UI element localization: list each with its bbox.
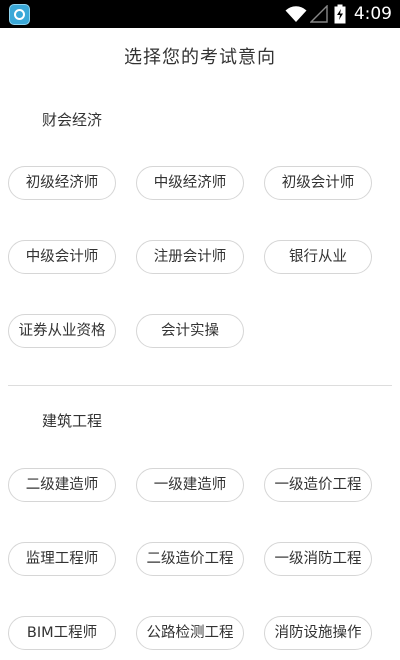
option-chip[interactable]: 初级会计师 [264, 166, 372, 200]
option-chip[interactable]: 一级造价工程 [264, 468, 372, 502]
section-title-finance: 财会经济 [42, 111, 103, 129]
option-chip[interactable]: 会计实操 [136, 314, 244, 348]
option-chip[interactable]: BIM工程师 [8, 616, 116, 650]
option-chip[interactable]: 二级建造师 [8, 468, 116, 502]
status-icons: 4:09 [285, 0, 392, 28]
app-icon [9, 4, 30, 25]
option-chip[interactable]: 银行从业 [264, 240, 372, 274]
option-chip[interactable]: 监理工程师 [8, 542, 116, 576]
page-title: 选择您的考试意向 [124, 47, 276, 68]
signal-icon [309, 5, 328, 23]
section-divider [8, 385, 392, 386]
option-chip[interactable]: 二级造价工程 [136, 542, 244, 576]
option-chip[interactable]: 初级经济师 [8, 166, 116, 200]
option-chip[interactable]: 中级经济师 [136, 166, 244, 200]
option-chip[interactable]: 消防设施操作 [264, 616, 372, 650]
option-chip[interactable]: 一级消防工程 [264, 542, 372, 576]
wifi-icon [285, 6, 307, 22]
section-title-construction: 建筑工程 [42, 412, 103, 430]
status-time: 4:09 [353, 4, 392, 24]
option-chip[interactable]: 公路检测工程 [136, 616, 244, 650]
option-chip[interactable]: 中级会计师 [8, 240, 116, 274]
status-bar: 4:09 [0, 0, 400, 28]
battery-charging-icon [334, 4, 346, 24]
option-chip[interactable]: 一级建造师 [136, 468, 244, 502]
option-chip[interactable]: 注册会计师 [136, 240, 244, 274]
option-chip[interactable]: 证券从业资格 [8, 314, 116, 348]
